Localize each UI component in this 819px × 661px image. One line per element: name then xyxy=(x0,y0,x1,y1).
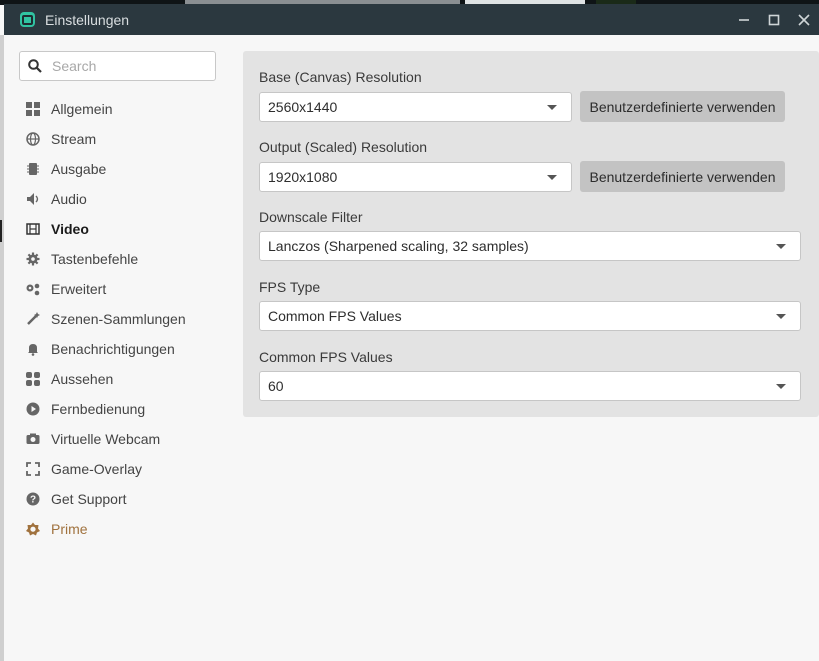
common-fps-select[interactable]: 60 xyxy=(259,371,801,401)
chevron-down-icon xyxy=(776,314,786,319)
output-resolution-select[interactable]: 1920x1080 xyxy=(259,161,572,192)
output-resolution-group: Output (Scaled) Resolution 1920x1080 Ben… xyxy=(259,139,785,192)
sidebar-item-label: Fernbedienung xyxy=(51,401,146,417)
gear-icon xyxy=(25,251,41,267)
edge-marker xyxy=(0,220,2,242)
downscale-filter-label: Downscale Filter xyxy=(259,209,363,225)
sidebar-item-ausgabe[interactable]: Ausgabe xyxy=(19,154,229,184)
sidebar-item-audio[interactable]: Audio xyxy=(19,184,229,214)
help-circle-icon: ? xyxy=(25,491,41,507)
minimize-icon xyxy=(739,18,749,21)
prime-icon xyxy=(25,521,41,537)
fps-type-group: FPS Type Common FPS Values xyxy=(259,279,801,331)
sidebar-item-erweitert[interactable]: Erweitert xyxy=(19,274,229,304)
title-bar: Einstellungen xyxy=(4,4,819,35)
sidebar-item-label: Get Support xyxy=(51,491,127,507)
sidebar-item-virtuelle-webcam[interactable]: Virtuelle Webcam xyxy=(19,424,229,454)
output-resolution-custom-button[interactable]: Benutzerdefinierte verwenden xyxy=(580,161,785,192)
bell-icon xyxy=(25,341,41,357)
search-input[interactable] xyxy=(50,57,204,75)
search-box[interactable] xyxy=(19,51,216,81)
output-resolution-label: Output (Scaled) Resolution xyxy=(259,139,428,155)
chevron-down-icon xyxy=(547,174,557,180)
sidebar-item-label: Stream xyxy=(51,131,97,147)
fps-type-select[interactable]: Common FPS Values xyxy=(259,301,801,331)
search-icon xyxy=(28,59,42,73)
base-resolution-select[interactable]: 2560x1440 xyxy=(259,91,572,122)
sidebar-item-tastenbefehle[interactable]: Tastenbefehle xyxy=(19,244,229,274)
common-fps-label: Common FPS Values xyxy=(259,349,393,365)
chip-icon xyxy=(25,161,41,177)
base-resolution-value: 2560x1440 xyxy=(268,98,338,115)
sidebar-item-game-overlay[interactable]: Game-Overlay xyxy=(19,454,229,484)
play-circle-icon xyxy=(25,401,41,417)
sidebar-item-label: Audio xyxy=(51,191,87,207)
window-controls xyxy=(729,4,819,35)
globe-icon xyxy=(25,131,41,147)
gears-icon xyxy=(25,281,41,297)
sidebar-item-stream[interactable]: Stream xyxy=(19,124,229,154)
settings-window-body: Allgemein Stream Ausgabe Audio Video Tas… xyxy=(4,35,819,661)
video-settings-panel: Base (Canvas) Resolution 2560x1440 Benut… xyxy=(243,51,819,417)
downscale-filter-select[interactable]: Lanczos (Sharpened scaling, 32 samples) xyxy=(259,231,801,261)
sidebar-item-label: Video xyxy=(51,221,89,237)
apps-icon xyxy=(25,371,41,387)
app-logo-icon xyxy=(20,12,35,27)
camera-icon xyxy=(25,431,41,447)
window-title: Einstellungen xyxy=(45,11,130,28)
sidebar-item-video[interactable]: Video xyxy=(19,214,229,244)
sidebar-item-label: Aussehen xyxy=(51,371,114,387)
sidebar-item-label: Erweitert xyxy=(51,281,107,297)
wand-icon xyxy=(25,311,41,327)
common-fps-group: Common FPS Values 60 xyxy=(259,349,801,401)
sidebar-item-aussehen[interactable]: Aussehen xyxy=(19,364,229,394)
sidebar-item-label: Prime xyxy=(51,521,88,537)
close-button[interactable] xyxy=(789,4,819,35)
film-icon xyxy=(25,221,41,237)
sidebar-item-benachrichtigungen[interactable]: Benachrichtigungen xyxy=(19,334,229,364)
expand-icon xyxy=(25,461,41,477)
chevron-down-icon xyxy=(776,384,786,389)
grid-icon xyxy=(25,101,41,117)
downscale-filter-group: Downscale Filter Lanczos (Sharpened scal… xyxy=(259,209,801,261)
speaker-icon xyxy=(25,191,41,207)
base-resolution-group: Base (Canvas) Resolution 2560x1440 Benut… xyxy=(259,69,785,122)
sidebar-item-prime[interactable]: Prime xyxy=(19,514,229,544)
sidebar-item-fernbedienung[interactable]: Fernbedienung xyxy=(19,394,229,424)
maximize-button[interactable] xyxy=(759,4,789,35)
settings-sidebar: Allgemein Stream Ausgabe Audio Video Tas… xyxy=(19,94,229,544)
base-resolution-custom-button[interactable]: Benutzerdefinierte verwenden xyxy=(580,91,785,122)
maximize-icon xyxy=(768,14,780,25)
sidebar-item-label: Game-Overlay xyxy=(51,461,143,477)
sidebar-item-label: Allgemein xyxy=(51,101,113,117)
close-icon xyxy=(798,13,810,26)
chevron-down-icon xyxy=(547,104,557,110)
sidebar-item-szenen-sammlungen[interactable]: Szenen-Sammlungen xyxy=(19,304,229,334)
base-resolution-label: Base (Canvas) Resolution xyxy=(259,69,422,85)
downscale-filter-value: Lanczos (Sharpened scaling, 32 samples) xyxy=(268,238,529,254)
output-resolution-value: 1920x1080 xyxy=(268,168,338,185)
sidebar-item-label: Ausgabe xyxy=(51,161,107,177)
fps-type-value: Common FPS Values xyxy=(268,308,402,324)
sidebar-item-label: Virtuelle Webcam xyxy=(51,431,161,447)
chevron-down-icon xyxy=(776,244,786,249)
common-fps-value: 60 xyxy=(268,378,284,394)
sidebar-item-allgemein[interactable]: Allgemein xyxy=(19,94,229,124)
sidebar-item-label: Benachrichtigungen xyxy=(51,341,175,357)
sidebar-item-get-support[interactable]: ? Get Support xyxy=(19,484,229,514)
minimize-button[interactable] xyxy=(729,4,759,35)
svg-text:?: ? xyxy=(30,495,36,506)
fps-type-label: FPS Type xyxy=(259,279,321,295)
sidebar-item-label: Szenen-Sammlungen xyxy=(51,311,186,327)
sidebar-item-label: Tastenbefehle xyxy=(51,251,139,267)
